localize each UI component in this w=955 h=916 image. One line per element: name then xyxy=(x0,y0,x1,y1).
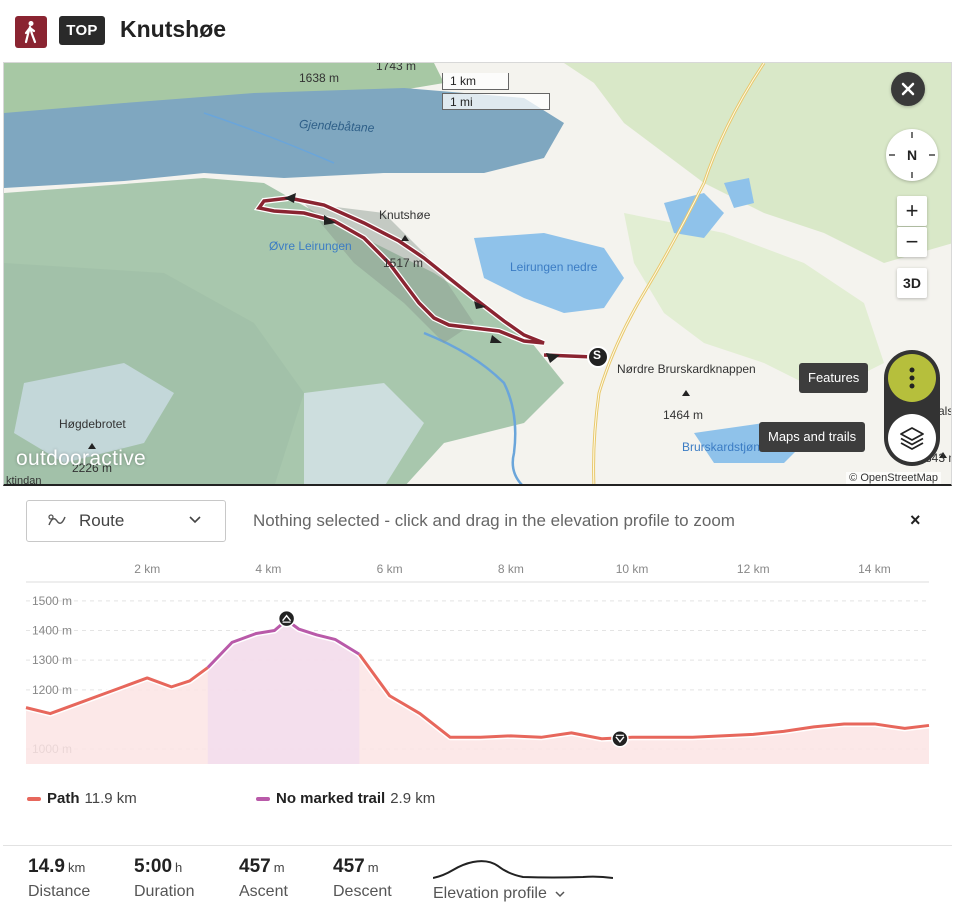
stat-ascent-label: Ascent xyxy=(239,883,288,900)
map-close-button[interactable] xyxy=(891,72,925,106)
top-badge: TOP xyxy=(59,16,105,45)
map-label-leirungen-nedre: Leirungen nedre xyxy=(510,260,598,274)
profile-status-message: Nothing selected - click and drag in the… xyxy=(253,511,735,530)
y-tick-label: 1500 m xyxy=(32,594,72,608)
elevation-profile-toggle[interactable]: Elevation profile xyxy=(433,885,567,903)
map-label-ovre-leirungen: Øvre Leirungen xyxy=(269,239,352,253)
route-select[interactable]: Route xyxy=(26,500,226,542)
stat-duration-value: 5:00 xyxy=(134,856,173,877)
route-icon xyxy=(48,514,66,526)
chevron-down-icon xyxy=(189,516,201,524)
header: TOP Knutshøe xyxy=(0,0,955,62)
route-select-label: Route xyxy=(79,511,125,530)
start-marker-label: S xyxy=(593,348,602,362)
legend-path-swatch xyxy=(27,796,41,801)
map-label-peak1: 1638 m xyxy=(299,71,340,85)
openstreetmap-attribution[interactable]: © OpenStreetMap xyxy=(846,472,941,484)
stat-descent: 457 m Descent xyxy=(333,856,392,901)
legend-no-marked-trail-name: No marked trail xyxy=(276,790,386,807)
map-scale-km: 1 km xyxy=(442,73,509,90)
map-label-peak2: 1743 m xyxy=(376,62,417,73)
elevation-profile-label: Elevation profile xyxy=(433,885,547,902)
elevation-profile-chart[interactable]: 2 km 4 km 6 km 8 km 10 km 12 km 14 km 1500 m 140… xyxy=(0,556,955,776)
map-label-tindan: ktindan xyxy=(6,475,42,486)
stat-descent-value: 457 xyxy=(333,856,365,877)
high-point-marker xyxy=(277,609,296,628)
compass-button[interactable]: N xyxy=(886,129,938,181)
map-label-brurskard: Brurskardstjønn xyxy=(682,440,767,454)
legend-path-value: 11.9 km xyxy=(84,790,137,807)
map-label-nordre: Nørdre Brurskardknappen xyxy=(617,362,756,376)
mini-elevation-profile[interactable] xyxy=(433,856,613,882)
low-point-marker xyxy=(611,730,629,748)
map-label-knutshoe: Knutshøe xyxy=(379,208,431,222)
legend-path: Path 11.9 km xyxy=(27,790,137,807)
page-title: Knutshøe xyxy=(120,16,227,42)
stat-descent-label: Descent xyxy=(333,883,392,900)
stat-descent-unit: m xyxy=(367,860,379,875)
legend-path-name: Path xyxy=(47,790,80,807)
3d-view-button[interactable]: 3D xyxy=(897,268,927,298)
maps-and-trails-tooltip: Maps and trails xyxy=(759,422,866,452)
zoom-in-button[interactable]: + xyxy=(897,196,927,226)
x-tick-label: 10 km xyxy=(616,562,649,576)
legend-no-marked-trail: No marked trail 2.9 km xyxy=(256,790,435,807)
stat-duration-label: Duration xyxy=(134,883,195,900)
map-view[interactable]: S 1 km 1 mi 1638 m 1743 m Gjendebåtane K… xyxy=(3,62,952,486)
maps-and-trails-button[interactable] xyxy=(888,414,936,462)
map-label-hogdebrotet: Høgdebrotet xyxy=(59,417,126,431)
x-tick-label: 8 km xyxy=(498,562,524,576)
stat-duration-unit: h xyxy=(175,860,183,875)
x-tick-label: 6 km xyxy=(377,562,403,576)
zoom-out-button[interactable]: − xyxy=(897,227,927,257)
stat-distance-value: 14.9 xyxy=(28,856,65,877)
y-tick-label: 1200 m xyxy=(32,683,72,697)
close-icon xyxy=(901,82,915,96)
features-button[interactable] xyxy=(888,354,936,402)
map-label-1464: 1464 m xyxy=(663,408,704,422)
map-label-als: als xyxy=(938,404,952,418)
features-tooltip: Features xyxy=(799,363,869,393)
x-tick-label: 12 km xyxy=(737,562,770,576)
x-tick-label: 4 km xyxy=(255,562,281,576)
outdooractive-logo: outdooractive xyxy=(16,447,146,470)
stat-ascent-unit: m xyxy=(273,860,285,875)
stat-ascent-value: 457 xyxy=(239,856,271,877)
stat-duration: 5:00 h Duration xyxy=(134,856,194,901)
stat-ascent: 457 m Ascent xyxy=(239,856,288,901)
legend-no-marked-trail-swatch xyxy=(256,796,270,801)
hiking-icon xyxy=(15,16,47,48)
layers-icon xyxy=(900,427,924,450)
profile-close-button[interactable]: × xyxy=(910,510,921,531)
elevation-area xyxy=(26,620,929,764)
x-tick-label: 2 km xyxy=(134,562,160,576)
more-vertical-icon xyxy=(909,367,915,389)
chevron-down-icon xyxy=(555,891,565,898)
stat-distance: 14.9 km Distance xyxy=(28,856,90,901)
map-label-1517: 1517 m xyxy=(383,256,424,270)
x-tick-label: 14 km xyxy=(858,562,891,576)
series-outline xyxy=(356,652,930,742)
stat-distance-label: Distance xyxy=(28,883,91,900)
map-scale-mi: 1 mi xyxy=(442,93,550,110)
y-tick-label: 1300 m xyxy=(32,653,72,667)
stats-divider xyxy=(3,845,952,846)
y-tick-label: 1400 m xyxy=(32,624,72,638)
legend-no-marked-trail-value: 2.9 km xyxy=(390,790,436,807)
stat-distance-unit: km xyxy=(67,860,86,875)
compass-north-label: N xyxy=(906,147,918,163)
